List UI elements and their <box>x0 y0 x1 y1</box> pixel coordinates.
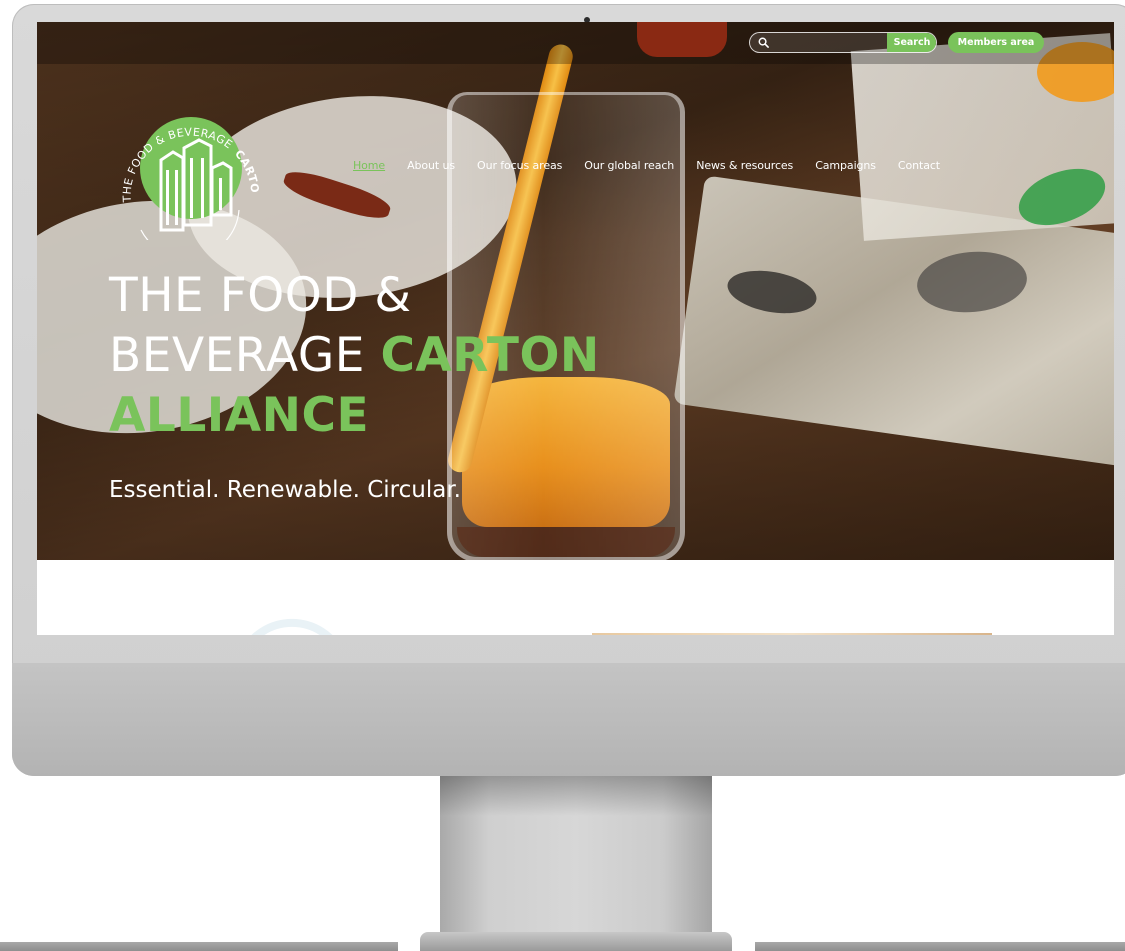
headline-line-3: ALLIANCE <box>109 388 370 443</box>
stand-shadow <box>440 776 712 816</box>
headline-line-2: BEVERAGE CARTON <box>109 326 749 386</box>
nav-item-about-us[interactable]: About us <box>407 159 455 172</box>
imac-stand-foot <box>420 932 732 951</box>
members-area-button[interactable]: Members area <box>948 32 1044 53</box>
main-navigation: Home About us Our focus areas Our global… <box>353 157 940 173</box>
search-form: Search <box>749 32 937 53</box>
hero-tagline: Essential. Renewable. Circular. <box>109 477 461 503</box>
hero-section: Search Members area THE FOOD & BEVERAGE … <box>37 22 1114 560</box>
nav-item-contact[interactable]: Contact <box>898 159 940 172</box>
glass-base-image <box>457 527 675 557</box>
hero-headline: THE FOOD & BEVERAGE CARTON ALLIANCE <box>109 266 749 446</box>
nav-item-global-reach[interactable]: Our global reach <box>584 159 674 172</box>
website-screen: Search Members area THE FOOD & BEVERAGE … <box>37 22 1114 635</box>
headline-green-text: CARTON <box>380 328 600 383</box>
nav-item-home[interactable]: Home <box>353 159 385 172</box>
headline-white-text: BEVERAGE <box>109 328 381 383</box>
floor-line <box>0 942 398 951</box>
alliance-logo[interactable]: THE FOOD & BEVERAGE CARTON ALLIANCE <box>111 90 261 240</box>
headline-line-1: THE FOOD & <box>109 268 412 323</box>
search-input[interactable] <box>774 33 886 52</box>
nav-item-campaigns[interactable]: Campaigns <box>815 159 876 172</box>
imac-chin <box>12 663 1125 776</box>
nav-item-news-resources[interactable]: News & resources <box>696 159 793 172</box>
content-section <box>37 560 1114 635</box>
floor-line <box>755 942 1125 951</box>
search-button[interactable]: Search <box>887 33 936 52</box>
search-icon <box>758 37 769 48</box>
partial-logo-image <box>251 618 333 635</box>
nav-item-focus-areas[interactable]: Our focus areas <box>477 159 562 172</box>
image-strip <box>592 633 992 635</box>
